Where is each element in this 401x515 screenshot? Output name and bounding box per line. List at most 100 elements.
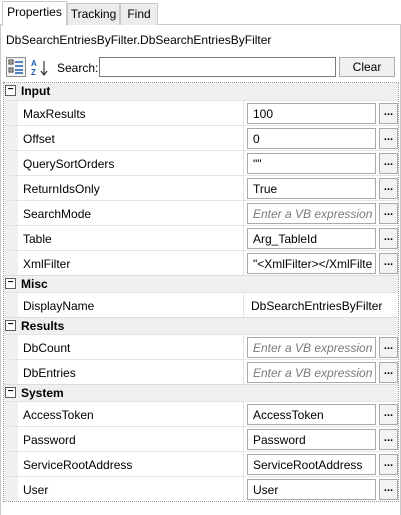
- expression-editor-button[interactable]: ...: [379, 404, 398, 425]
- categorized-view-icon: [8, 59, 23, 74]
- row-gutter: [4, 360, 18, 384]
- row-gutter: [4, 226, 18, 250]
- collapse-icon[interactable]: −: [5, 387, 16, 398]
- tab-tracking[interactable]: Tracking: [67, 3, 120, 25]
- property-row-accesstoken: AccessToken AccessToken ...: [4, 401, 398, 426]
- sort-az-icon: A Z: [31, 59, 48, 77]
- column-separator: [243, 477, 244, 501]
- column-separator: [243, 226, 244, 250]
- property-row-xmlfilter: XmlFilter "<XmlFilter></XmlFilte ...: [4, 250, 398, 275]
- accesstoken-value[interactable]: AccessToken: [247, 404, 376, 425]
- tab-find[interactable]: Find: [120, 3, 158, 25]
- xmlfilter-value[interactable]: "<XmlFilter></XmlFilte: [247, 253, 376, 274]
- property-row-returnidsonly: ReturnIdsOnly True ...: [4, 175, 398, 200]
- category-misc[interactable]: − Misc: [4, 275, 398, 292]
- offset-value[interactable]: 0: [247, 128, 376, 149]
- row-gutter: [4, 251, 18, 275]
- expression-editor-button[interactable]: ...: [379, 253, 398, 274]
- expression-editor-button[interactable]: ...: [379, 228, 398, 249]
- row-gutter: [4, 477, 18, 501]
- row-gutter: [4, 101, 18, 125]
- tab-properties[interactable]: Properties: [2, 1, 67, 26]
- search-label: Search:: [57, 61, 99, 75]
- category-label: Results: [21, 319, 65, 333]
- column-separator: [243, 151, 244, 175]
- column-separator: [243, 402, 244, 426]
- properties-panel: DbSearchEntriesByFilter.DbSearchEntriesB…: [0, 25, 401, 515]
- expression-editor-button[interactable]: ...: [379, 479, 398, 500]
- property-name: Offset: [23, 132, 55, 146]
- property-row-user: User User ...: [4, 476, 398, 501]
- password-value[interactable]: Password: [247, 429, 376, 450]
- svg-text:Z: Z: [31, 68, 36, 77]
- property-name: XmlFilter: [23, 257, 71, 271]
- row-gutter: [4, 201, 18, 225]
- tab-tracking-label: Tracking: [70, 7, 117, 21]
- expression-editor-button[interactable]: ...: [379, 153, 398, 174]
- category-results[interactable]: − Results: [4, 317, 398, 334]
- category-system[interactable]: − System: [4, 384, 398, 401]
- expression-editor-button[interactable]: ...: [379, 362, 398, 383]
- dbcount-value[interactable]: Enter a VB expression: [247, 337, 376, 358]
- property-row-querysortorders: QuerySortOrders "" ...: [4, 150, 398, 175]
- collapse-icon[interactable]: −: [5, 320, 16, 331]
- property-row-offset: Offset 0 ...: [4, 125, 398, 150]
- property-name: QuerySortOrders: [23, 157, 115, 171]
- sort-alphabetical-button[interactable]: A Z: [29, 57, 49, 77]
- column-separator: [243, 452, 244, 476]
- row-gutter: [4, 176, 18, 200]
- column-separator: [243, 251, 244, 275]
- column-separator: [243, 126, 244, 150]
- expression-editor-button[interactable]: ...: [379, 128, 398, 149]
- property-row-searchmode: SearchMode Enter a VB expression ...: [4, 200, 398, 225]
- category-label: Misc: [21, 277, 48, 291]
- row-gutter: [4, 335, 18, 359]
- collapse-icon[interactable]: −: [5, 85, 16, 96]
- servicerootaddress-value[interactable]: ServiceRootAddress: [247, 454, 376, 475]
- property-name: User: [23, 483, 49, 497]
- category-input[interactable]: − Input: [4, 83, 398, 100]
- property-name: DbEntries: [23, 366, 76, 380]
- property-row-dbcount: DbCount Enter a VB expression ...: [4, 334, 398, 359]
- property-row-password: Password Password ...: [4, 426, 398, 451]
- column-separator: [243, 201, 244, 225]
- user-value[interactable]: User: [247, 479, 376, 500]
- property-name: Table: [23, 232, 52, 246]
- displayname-value[interactable]: DbSearchEntriesByFilter: [245, 295, 397, 316]
- property-row-table: Table Arg_TableId ...: [4, 225, 398, 250]
- column-separator: [243, 176, 244, 200]
- property-row-dbentries: DbEntries Enter a VB expression ...: [4, 359, 398, 384]
- querysortorders-value[interactable]: "": [247, 153, 376, 174]
- search-input[interactable]: [99, 57, 336, 77]
- property-name: SearchMode: [23, 207, 92, 221]
- selected-object-name: DbSearchEntriesByFilter.DbSearchEntriesB…: [6, 33, 272, 47]
- collapse-icon[interactable]: −: [5, 278, 16, 289]
- row-gutter: [4, 452, 18, 476]
- column-separator: [243, 360, 244, 384]
- expression-editor-button[interactable]: ...: [379, 178, 398, 199]
- maxresults-value[interactable]: 100: [247, 103, 376, 124]
- searchmode-value[interactable]: Enter a VB expression: [247, 203, 376, 224]
- row-gutter: [4, 151, 18, 175]
- expression-editor-button[interactable]: ...: [379, 203, 398, 224]
- expression-editor-button[interactable]: ...: [379, 454, 398, 475]
- expression-editor-button[interactable]: ...: [379, 103, 398, 124]
- property-name: ReturnIdsOnly: [23, 182, 100, 196]
- property-name: DbCount: [23, 341, 71, 355]
- column-separator: [243, 335, 244, 359]
- property-row-servicerootaddress: ServiceRootAddress ServiceRootAddress ..…: [4, 451, 398, 476]
- property-grid: − Input MaxResults 100 ... Offset 0 ... …: [3, 82, 399, 502]
- dbentries-value[interactable]: Enter a VB expression: [247, 362, 376, 383]
- tab-bar: Properties Tracking Find: [0, 0, 401, 26]
- expression-editor-button[interactable]: ...: [379, 429, 398, 450]
- categorize-button[interactable]: [6, 57, 26, 77]
- table-value[interactable]: Arg_TableId: [247, 228, 376, 249]
- expression-editor-button[interactable]: ...: [379, 337, 398, 358]
- property-row-displayname: DisplayName DbSearchEntriesByFilter: [4, 292, 398, 317]
- tab-properties-label: Properties: [7, 5, 62, 19]
- clear-button[interactable]: Clear: [339, 57, 395, 77]
- row-gutter: [4, 402, 18, 426]
- property-name: AccessToken: [23, 408, 94, 422]
- property-name: Password: [23, 433, 76, 447]
- returnidsonly-value[interactable]: True: [247, 178, 376, 199]
